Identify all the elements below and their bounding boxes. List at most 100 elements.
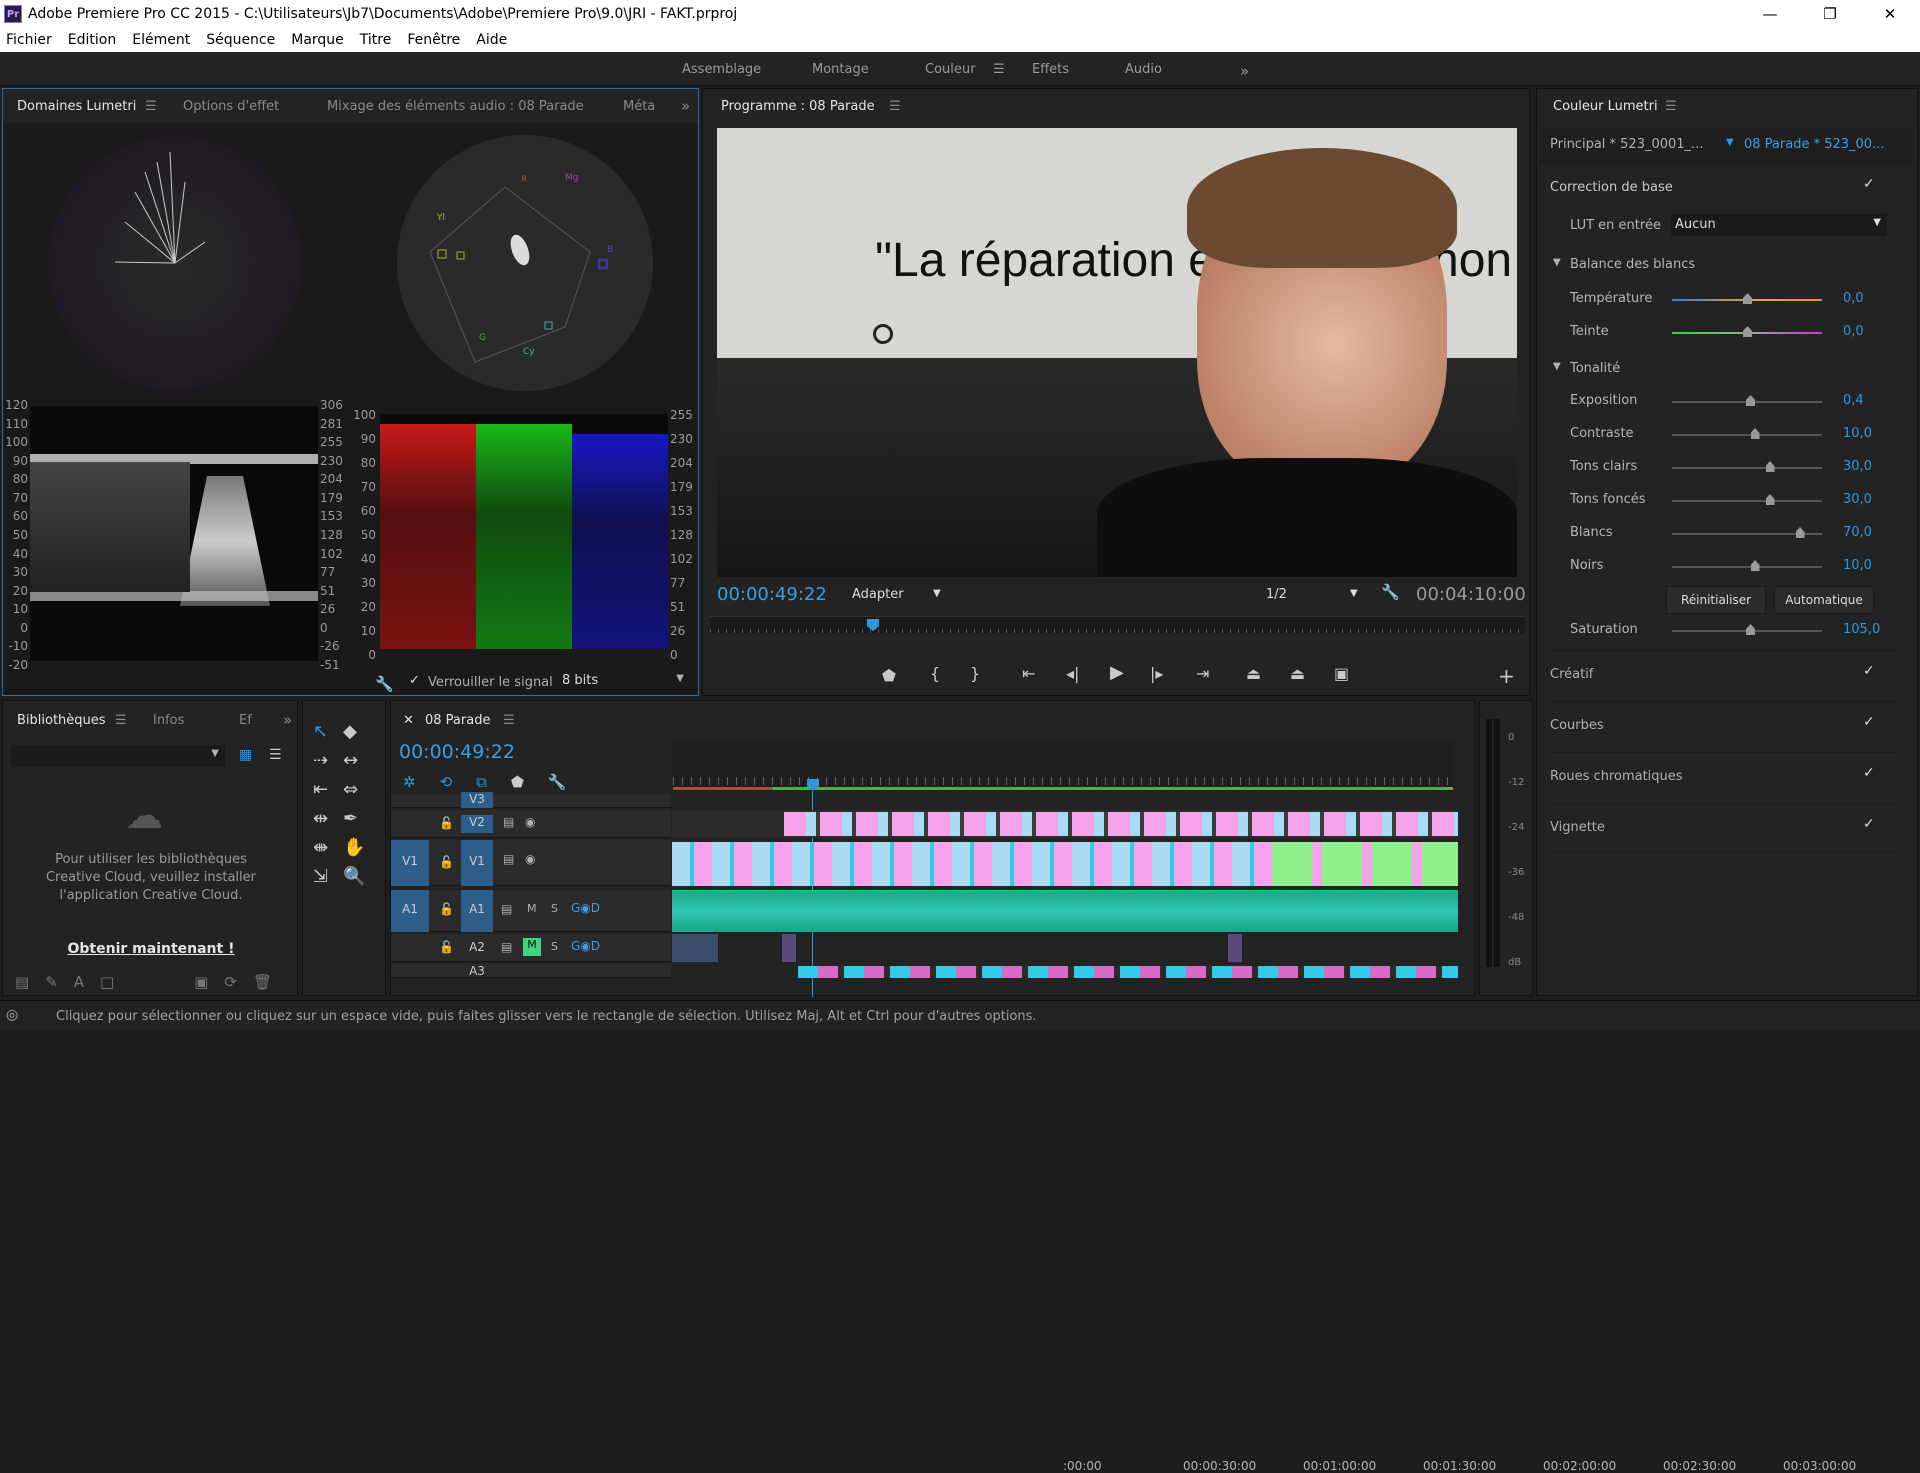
lumetri-menu-icon[interactable]: ☰ xyxy=(1665,99,1677,114)
restore-button[interactable]: ❐ xyxy=(1800,0,1860,28)
list-view-icon[interactable]: ☰ xyxy=(269,747,282,763)
lift-icon[interactable]: ⏏ xyxy=(1246,664,1261,683)
track-a2-mute-button[interactable]: M xyxy=(523,938,541,956)
tab-domaines-lumetri[interactable]: Domaines Lumetri xyxy=(17,99,136,114)
a2-audio-clip[interactable] xyxy=(672,934,718,962)
lut-select[interactable]: Aucun ▼ xyxy=(1671,214,1887,236)
a3-audio-clips[interactable] xyxy=(798,966,1458,978)
track-v1-eye-icon[interactable]: ◉ xyxy=(525,852,535,866)
section-vignette[interactable]: Vignette ✓ xyxy=(1550,803,1900,853)
program-menu-icon[interactable]: ☰ xyxy=(889,99,901,114)
mark-in-icon[interactable]: { xyxy=(930,664,940,683)
go-to-out-icon[interactable]: ⇥ xyxy=(1196,664,1209,683)
menu-sequence[interactable]: Séquence xyxy=(206,32,275,48)
track-v3-label[interactable]: V3 xyxy=(461,792,493,808)
slider-value-2[interactable]: 30,0 xyxy=(1843,459,1872,474)
tab-effets[interactable]: Ef xyxy=(239,713,252,728)
track-a1-label[interactable]: A1 xyxy=(461,890,493,932)
master-clip-label[interactable]: Principal * 523_0001_... xyxy=(1550,137,1703,152)
menu-marque[interactable]: Marque xyxy=(291,32,344,48)
library-color-icon[interactable]: □ xyxy=(100,973,114,991)
tone-collapse-icon[interactable]: ▼ xyxy=(1553,361,1561,372)
saturation-value[interactable]: 105,0 xyxy=(1843,622,1880,637)
library-stock-icon[interactable]: ▣ xyxy=(194,973,208,991)
program-timecode[interactable]: 00:00:49:22 xyxy=(717,584,827,605)
track-a2-solo-button[interactable]: S xyxy=(551,940,558,953)
track-v1-source[interactable]: V1 xyxy=(391,840,429,886)
library-sync-icon[interactable]: ⟳ xyxy=(224,973,237,991)
linked-selection-icon[interactable]: ⟲ xyxy=(440,773,453,791)
slider-value-1[interactable]: 0,0 xyxy=(1843,324,1864,339)
timeline-ruler[interactable] xyxy=(673,741,1453,791)
add-marker-icon[interactable]: ⬟ xyxy=(882,666,896,685)
tab-infos[interactable]: Infos xyxy=(153,713,184,728)
slider-value-0[interactable]: 0,4 xyxy=(1843,393,1864,408)
slider-track-5[interactable] xyxy=(1672,566,1822,568)
tab-mixage-audio[interactable]: Mixage des éléments audio : 08 Parade xyxy=(327,99,584,114)
track-a2-sync-icon[interactable]: ▤ xyxy=(501,940,512,954)
play-icon[interactable]: ▶ xyxy=(1110,662,1124,683)
menu-fenetre[interactable]: Fenêtre xyxy=(407,32,460,48)
close-button[interactable]: ✕ xyxy=(1860,0,1920,28)
track-v2-sync-icon[interactable]: ▤ xyxy=(503,815,514,829)
reset-button[interactable]: Réinitialiser xyxy=(1666,586,1766,614)
bit-depth-select[interactable]: 8 bits ▼ xyxy=(556,670,690,692)
selection-tool-icon[interactable]: ↖ xyxy=(313,721,343,742)
lock-signal-checkbox[interactable]: ✓ xyxy=(409,673,420,688)
rate-stretch-tool-icon[interactable]: ⇼ xyxy=(313,837,343,858)
step-forward-icon[interactable]: |▸ xyxy=(1150,664,1163,683)
sequence-clip-label[interactable]: 08 Parade * 523_00... xyxy=(1744,137,1884,152)
creatif-checkbox[interactable]: ✓ xyxy=(1863,663,1875,679)
wb-collapse-icon[interactable]: ▼ xyxy=(1553,257,1561,268)
timeline-marker-icon[interactable]: ⬟ xyxy=(511,773,524,791)
libraries-overflow-icon[interactable]: » xyxy=(283,711,292,729)
library-delete-icon[interactable]: 🗑 xyxy=(253,973,272,991)
panel-menu-icon[interactable]: ☰ xyxy=(145,99,157,114)
tab-meta[interactable]: Méta xyxy=(623,99,655,114)
track-a1-solo-button[interactable]: S xyxy=(551,902,558,915)
hand-tool-icon[interactable]: ✋ xyxy=(343,837,373,858)
tab-bibliotheques[interactable]: Bibliothèques xyxy=(17,713,106,728)
timeline-settings-icon[interactable]: 🔧 xyxy=(548,773,567,791)
slip-tool-icon[interactable]: ↔ xyxy=(343,750,373,771)
menu-edition[interactable]: Edition xyxy=(68,32,116,48)
section-courbes[interactable]: Courbes ✓ xyxy=(1550,701,1900,751)
snap-icon[interactable]: ✲ xyxy=(403,773,416,791)
section-creatif[interactable]: Créatif ✓ xyxy=(1550,650,1900,700)
basic-correction-checkbox[interactable]: ✓ xyxy=(1863,176,1875,192)
wrench-icon[interactable]: 🔧 xyxy=(375,675,394,693)
library-select[interactable]: ▼ xyxy=(11,745,225,767)
track-a1-lock-icon[interactable]: 🔓 xyxy=(439,902,454,916)
slider-track-2[interactable] xyxy=(1672,467,1822,469)
library-brush-icon[interactable]: ✎ xyxy=(45,973,58,991)
workspace-overflow-icon[interactable]: » xyxy=(1240,62,1249,80)
menu-titre[interactable]: Titre xyxy=(360,32,392,48)
slider-value-5[interactable]: 10,0 xyxy=(1843,558,1872,573)
export-frame-icon[interactable]: ▣ xyxy=(1334,664,1349,683)
track-v1-sync-icon[interactable]: ▤ xyxy=(503,852,514,866)
nest-icon[interactable]: ⧉ xyxy=(476,773,487,791)
v2-clips[interactable] xyxy=(784,812,1458,836)
slide-tool-icon[interactable]: ⇔ xyxy=(343,779,373,800)
razor-tool-icon[interactable]: ◆ xyxy=(343,721,373,742)
track-a1-sync-icon[interactable]: ▤ xyxy=(501,902,512,916)
track-a2-lock-icon[interactable]: 🔓 xyxy=(439,940,454,954)
clip-dropdown-icon[interactable]: ▼ xyxy=(1726,137,1734,148)
timeline-menu-icon[interactable]: ☰ xyxy=(503,713,515,728)
workspace-audio[interactable]: Audio xyxy=(1125,62,1162,77)
program-scrubber[interactable] xyxy=(710,616,1525,634)
extract-icon[interactable]: ⏏ xyxy=(1290,664,1305,683)
pen-tool-icon[interactable]: ✒ xyxy=(343,808,373,829)
track-a2-label[interactable]: A2 xyxy=(461,940,493,954)
v1-green-clips[interactable] xyxy=(1272,842,1458,886)
menu-fichier[interactable]: Fichier xyxy=(6,32,52,48)
slider-value-1[interactable]: 10,0 xyxy=(1843,426,1872,441)
track-a2-voiceover-icon[interactable]: G◉D xyxy=(571,939,600,953)
basic-correction-header[interactable]: Correction de base xyxy=(1550,180,1673,195)
timeline-close-icon[interactable]: ✕ xyxy=(403,713,414,728)
track-a1-voiceover-icon[interactable]: G◉D xyxy=(571,901,600,915)
track-a3-label[interactable]: A3 xyxy=(461,964,493,977)
slider-track-3[interactable] xyxy=(1672,500,1822,502)
track-v1-label[interactable]: V1 xyxy=(461,840,493,886)
track-a1-mute-button[interactable]: M xyxy=(527,902,537,915)
